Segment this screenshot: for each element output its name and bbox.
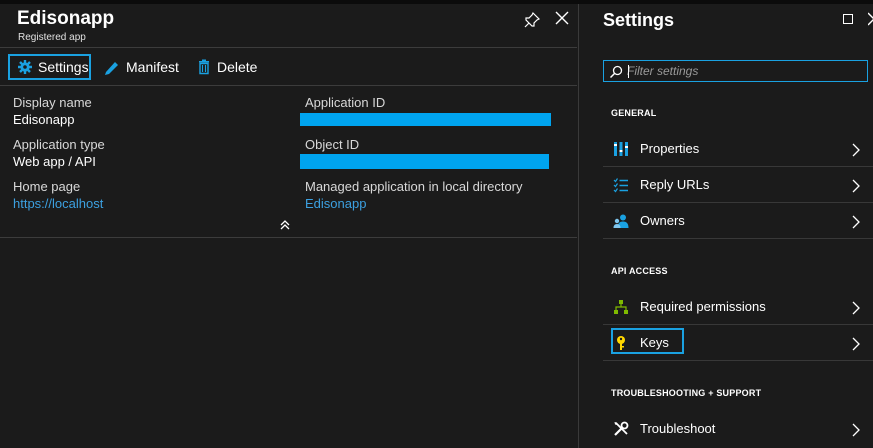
application-id-label: Application ID [305,95,386,110]
settings-item-reply-urls[interactable]: Reply URLs [603,168,873,203]
chevron-right-icon [852,301,860,315]
collapse-icon[interactable] [278,218,292,232]
chevron-right-icon [852,423,860,437]
maximize-icon[interactable] [843,14,853,24]
text-cursor [628,65,629,78]
chevron-right-icon [852,179,860,193]
key-icon [617,336,625,350]
properties-icon [614,142,628,156]
section-general: GENERAL [611,108,657,118]
owners-label: Owners [640,213,685,228]
blade-subtitle: Registered app [18,32,86,43]
reply-urls-label: Reply URLs [640,177,710,192]
managed-application-label: Managed application in local directory [305,179,523,194]
filter-settings-field[interactable] [603,60,868,82]
application-type-label: Application type [13,137,105,152]
settings-item-required-permissions[interactable]: Required permissions [603,290,873,325]
delete-button[interactable]: Delete [196,54,257,80]
trash-icon [199,59,209,75]
object-id-redacted [300,154,549,169]
gear-icon [18,60,32,74]
object-id-label: Object ID [305,137,360,152]
section-api-access: API ACCESS [611,266,668,276]
blade-header: Edisonapp Registered app [0,4,577,48]
chevron-right-icon [852,215,860,229]
settings-title: Settings [603,10,675,30]
settings-label: Settings [38,59,89,75]
home-page-label: Home page [13,179,81,194]
manifest-label: Manifest [126,59,179,75]
blade-title: Edisonapp [17,8,115,29]
pencil-icon [105,62,118,75]
required-permissions-label: Required permissions [640,299,766,314]
settings-blade: Settings GENERAL Properties [578,4,873,448]
keys-label: Keys [640,335,669,350]
essentials-panel: Display name Edisonapp Application type … [0,86,577,238]
close-icon[interactable] [868,12,873,26]
owners-icon [613,214,629,228]
command-bar: Settings Manifest Delete [0,48,577,86]
chevron-right-icon [852,143,860,157]
properties-label: Properties [640,141,700,156]
home-page-link[interactable]: https://localhost [13,196,103,211]
pin-icon[interactable] [523,11,541,29]
settings-item-troubleshoot[interactable]: Troubleshoot [603,412,873,447]
display-name-label: Display name [13,95,92,110]
settings-item-properties[interactable]: Properties [603,132,873,167]
close-icon[interactable] [554,10,570,26]
settings-button[interactable]: Settings [8,54,91,80]
settings-item-owners[interactable]: Owners [603,204,873,239]
manifest-button[interactable]: Manifest [103,54,179,80]
permissions-tree-icon [614,300,628,314]
search-icon [609,65,623,79]
chevron-right-icon [852,337,860,351]
app-blade: Edisonapp Registered app Settings Manife… [0,4,577,448]
list-icon [613,178,628,193]
section-troubleshooting-support: TROUBLESHOOTING + SUPPORT [611,388,762,398]
tools-icon [614,421,629,436]
application-id-redacted [300,113,551,126]
filter-settings-input[interactable] [627,62,863,80]
delete-label: Delete [217,59,258,75]
display-name-value: Edisonapp [13,112,75,127]
troubleshoot-label: Troubleshoot [640,421,716,436]
managed-application-link[interactable]: Edisonapp [305,196,366,211]
settings-item-keys[interactable]: Keys [603,326,873,361]
application-type-value: Web app / API [13,154,96,169]
